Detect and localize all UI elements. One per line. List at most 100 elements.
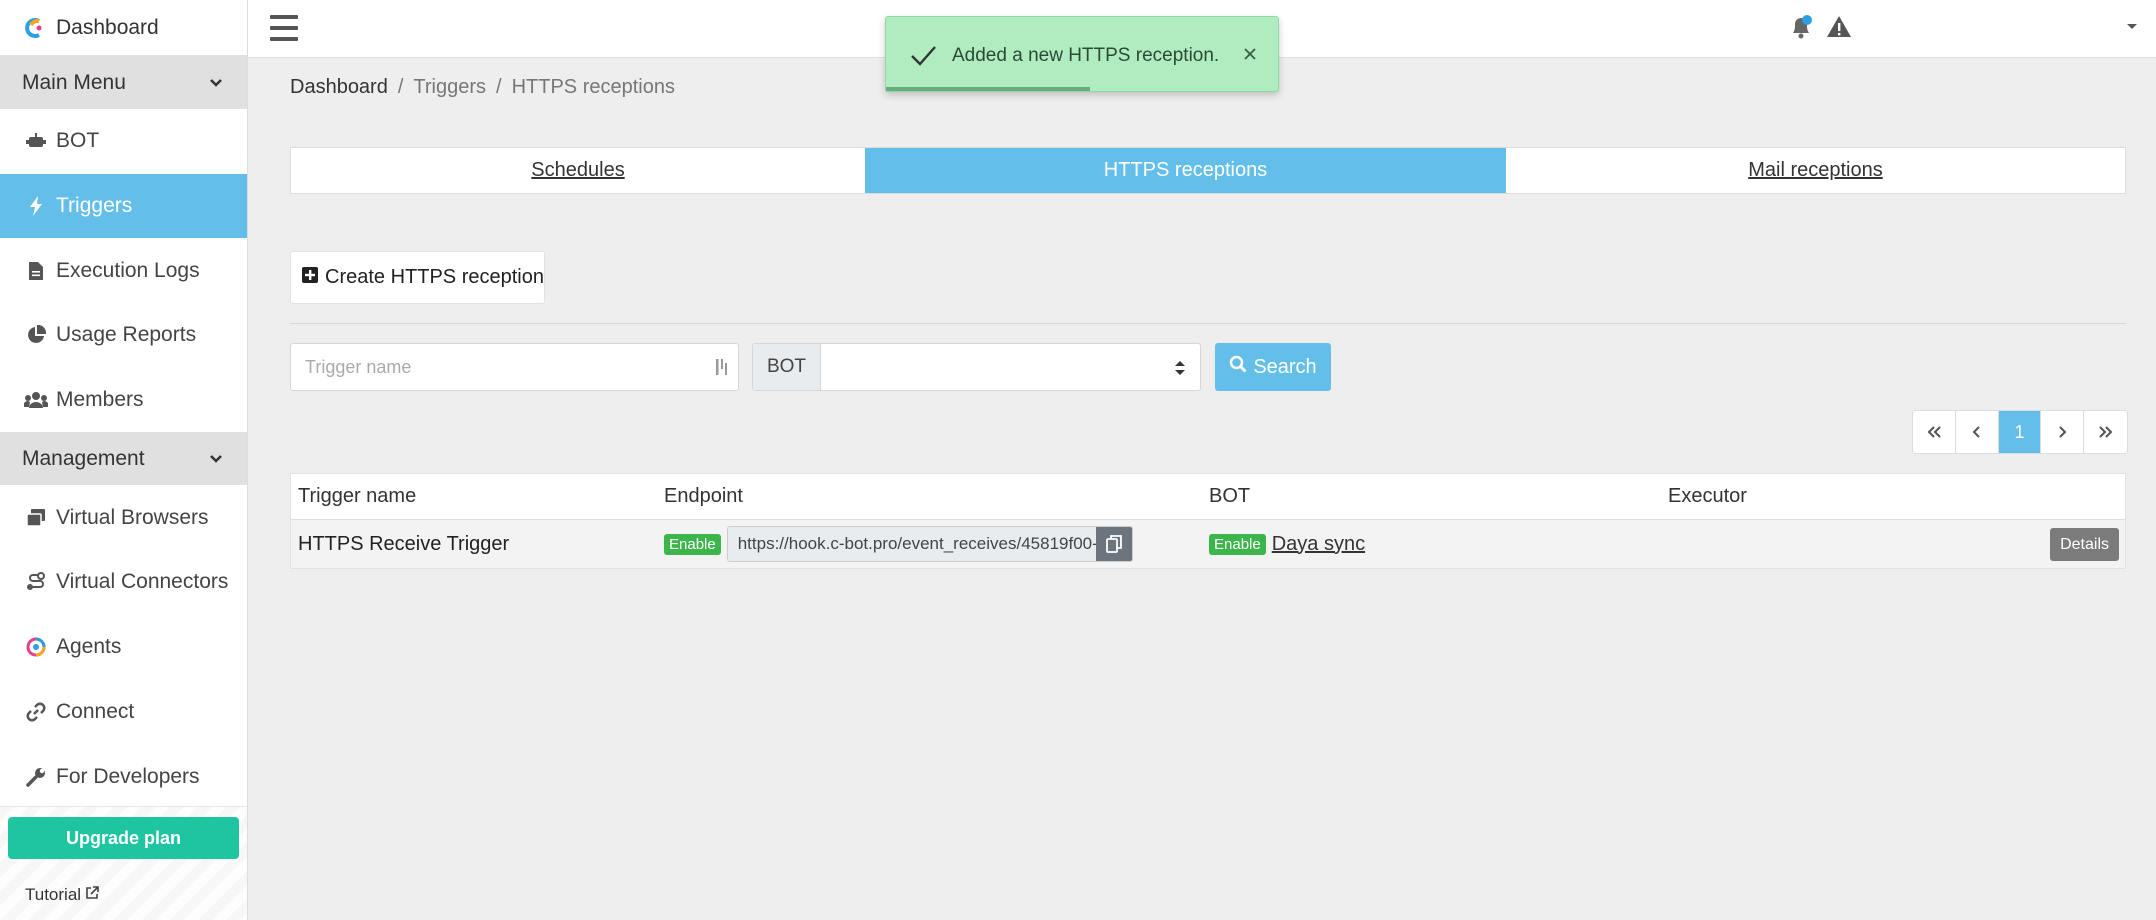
endpoint-url-field[interactable]: [727, 527, 1096, 561]
table-row: HTTPS Receive Trigger Enable Enable Daya…: [291, 520, 2125, 568]
endpoint-status-badge: Enable: [664, 533, 721, 555]
details-button[interactable]: Details: [2050, 528, 2119, 561]
document-icon: [24, 259, 48, 283]
tab-https-receptions[interactable]: HTTPS receptions: [865, 148, 1506, 193]
endpoint-url-group: [726, 526, 1133, 562]
chevron-down-icon: [205, 72, 227, 94]
copy-icon[interactable]: [1095, 527, 1132, 561]
sidebar-item-bot[interactable]: BOT: [0, 109, 247, 174]
sidebar-item-label: Usage Reports: [56, 323, 197, 347]
search-button[interactable]: Search: [1215, 343, 1331, 391]
warning-icon[interactable]: [1826, 14, 1852, 40]
column-header-executor: Executor: [1668, 485, 1747, 507]
create-button-label: Create HTTPS reception: [325, 266, 544, 288]
sidebar-item-label: For Developers: [56, 764, 200, 788]
section-label: Management: [22, 446, 145, 470]
sidebar-footer: Upgrade plan Tutorial: [0, 806, 247, 920]
link-icon: [24, 700, 48, 724]
breadcrumb: Dashboard / Triggers / HTTPS receptions: [290, 76, 675, 99]
section-label: Main Menu: [22, 70, 126, 94]
sidebar-item-usage-reports[interactable]: Usage Reports: [0, 303, 247, 368]
toast-progress-bar: [886, 87, 1090, 91]
sidebar-item-connect[interactable]: Connect: [0, 680, 247, 745]
bolt-icon: [24, 194, 48, 218]
close-icon[interactable]: [1239, 43, 1261, 65]
success-toast: Added a new HTTPS reception.: [885, 16, 1279, 92]
tab-mail-receptions[interactable]: Mail receptions: [1506, 148, 2125, 193]
sidebar-item-virtual-connectors[interactable]: Virtual Connectors: [0, 550, 247, 615]
user-menu-caret-icon[interactable]: [2124, 18, 2140, 34]
browser-windows-icon: [24, 506, 48, 530]
breadcrumb-triggers[interactable]: Triggers: [413, 76, 486, 99]
cell-endpoint: Enable: [657, 526, 1201, 562]
brand-label: Dashboard: [56, 15, 159, 39]
cell-trigger-name: HTTPS Receive Trigger: [298, 532, 510, 555]
input-assist-icon: [712, 355, 732, 379]
users-icon: [24, 388, 48, 412]
breadcrumb-separator: /: [397, 76, 404, 98]
cell-bot: Enable Daya sync: [1201, 533, 1660, 556]
https-receptions-table: Trigger name Endpoint BOT Executor HTTPS…: [290, 473, 2126, 569]
hamburger-menu-icon[interactable]: [268, 12, 300, 44]
column-header-bot: BOT: [1209, 485, 1251, 507]
toast-message: Added a new HTTPS reception.: [952, 45, 1220, 66]
sidebar-item-triggers[interactable]: Triggers: [0, 173, 247, 239]
search-icon: [1229, 355, 1247, 379]
sidebar-item-label: BOT: [56, 129, 100, 153]
chevron-down-icon: [205, 448, 227, 470]
next-page-icon[interactable]: [2041, 411, 2085, 453]
bot-filter-group: BOT: [752, 343, 1201, 391]
column-header-endpoint: Endpoint: [664, 485, 743, 507]
breadcrumb-separator: /: [496, 76, 502, 98]
plus-square-icon: [301, 266, 319, 290]
sidebar-item-label: Members: [56, 388, 144, 412]
sidebar: Dashboard Main Menu BOT Triggers Executi…: [0, 0, 248, 920]
sidebar-item-for-developers[interactable]: For Developers: [0, 744, 247, 809]
wrench-icon: [24, 765, 48, 789]
route-icon: [24, 570, 48, 594]
sidebar-item-members[interactable]: Members: [0, 368, 247, 433]
breadcrumb-dashboard[interactable]: Dashboard: [290, 76, 388, 99]
sidebar-item-label: Triggers: [56, 194, 133, 218]
trigger-tabs: Schedules HTTPS receptions Mail receptio…: [290, 147, 2126, 194]
first-page-icon[interactable]: [1913, 411, 1956, 453]
sidebar-item-label: Virtual Browsers: [56, 505, 209, 529]
sidebar-brand[interactable]: Dashboard: [0, 0, 247, 56]
upgrade-plan-button[interactable]: Upgrade plan: [8, 817, 239, 859]
column-header-trigger-name: Trigger name: [298, 485, 417, 507]
tutorial-link[interactable]: Tutorial: [25, 885, 99, 905]
sidebar-item-label: Execution Logs: [56, 258, 200, 282]
tutorial-label: Tutorial: [25, 885, 82, 904]
section-main-menu[interactable]: Main Menu: [0, 56, 247, 109]
robot-icon: [24, 129, 48, 153]
section-management[interactable]: Management: [0, 432, 247, 486]
divider: [290, 323, 2126, 324]
last-page-icon[interactable]: [2084, 411, 2127, 453]
tab-schedules[interactable]: Schedules: [291, 148, 865, 193]
pagination: 1: [1912, 410, 2128, 454]
notification-bell-icon[interactable]: [1789, 14, 1813, 40]
table-header: Trigger name Endpoint BOT Executor: [291, 474, 2125, 520]
bot-filter-label: BOT: [753, 344, 821, 390]
sidebar-item-label: Connect: [56, 699, 135, 723]
sidebar-item-label: Virtual Connectors: [56, 570, 229, 594]
create-https-reception-button[interactable]: Create HTTPS reception: [290, 251, 545, 304]
sidebar-item-agents[interactable]: Agents: [0, 615, 247, 680]
bot-status-badge: Enable: [1209, 533, 1266, 555]
checkmark-icon: [908, 41, 938, 71]
search-label: Search: [1253, 355, 1317, 378]
trigger-name-input[interactable]: [290, 343, 739, 391]
select-sort-icon: [1174, 358, 1186, 378]
bot-select[interactable]: [821, 344, 1200, 390]
bot-name-link[interactable]: Daya sync: [1272, 533, 1365, 556]
sidebar-item-virtual-browsers[interactable]: Virtual Browsers: [0, 485, 247, 550]
sidebar-item-label: Agents: [56, 635, 122, 659]
page-number-current[interactable]: 1: [1998, 411, 2042, 453]
external-link-icon: [85, 885, 99, 905]
breadcrumb-current: HTTPS receptions: [511, 76, 675, 98]
brand-logo-icon: [24, 17, 46, 39]
pie-chart-icon: [24, 323, 48, 347]
sidebar-item-execution-logs[interactable]: Execution Logs: [0, 238, 247, 303]
agent-logo-icon: [24, 635, 48, 659]
prev-page-icon[interactable]: [1956, 411, 1999, 453]
